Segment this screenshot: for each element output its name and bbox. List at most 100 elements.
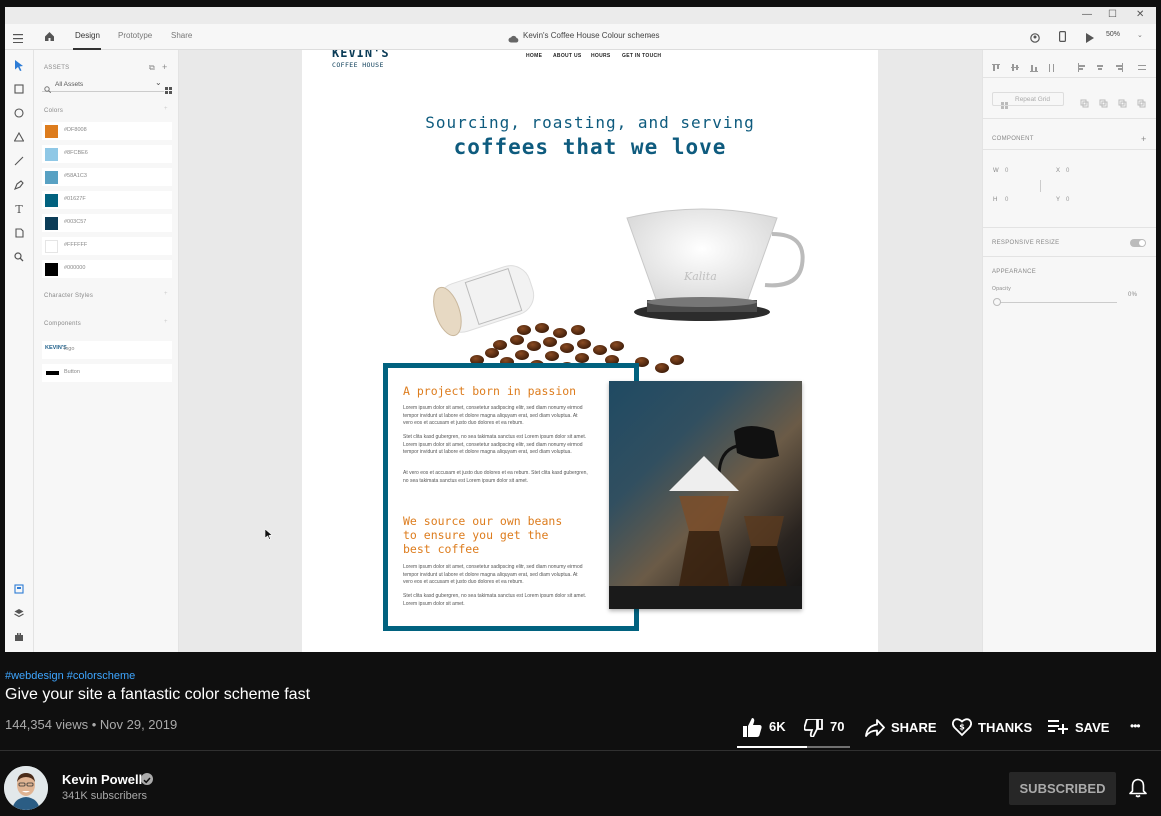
content-card: A project born in passion Lorem ipsum do… [383,363,639,631]
height-label: H [993,197,998,203]
polygon-tool-icon[interactable] [13,131,25,144]
dislike-count: 70 [830,719,845,734]
select-tool-icon[interactable] [13,60,25,72]
canvas[interactable]: KEVIN'S COFFEE HOUSE HOME ABOUT US HOURS… [179,50,982,652]
color-swatch-row[interactable]: #000000 [42,260,172,278]
add-component-icon[interactable]: + [164,319,168,325]
artboard-homepage[interactable]: KEVIN'S COFFEE HOUSE HOME ABOUT US HOURS… [302,50,878,652]
grid-view-icon[interactable] [165,81,172,99]
opacity-value[interactable]: 0% [1128,292,1137,298]
align-icon[interactable] [992,63,1152,73]
share-icon [865,719,885,742]
nav-home[interactable]: HOME [526,53,542,59]
add-character-style-icon[interactable]: + [164,291,168,297]
document-title[interactable]: Kevin's Coffee House Colour schemes [523,31,660,40]
color-swatch-label: #FFFFFF [64,242,88,248]
maximize-button[interactable]: ☐ [1108,9,1117,21]
zoom-level[interactable]: 50% [1106,31,1120,38]
notification-bell-icon[interactable] [1129,778,1147,803]
properties-panel: Repeat Grid COMPONENT + W 0 X 0 H 0 Y 0 … [982,50,1156,652]
width-input[interactable]: 0 [1005,168,1009,174]
color-swatch-row[interactable]: #003C57 [42,214,172,232]
ellipse-tool-icon[interactable] [13,108,25,120]
avatar[interactable] [4,766,48,810]
assets-panel: ASSETS ⧉ + All Assets ⌄ Colors + #DF8008… [34,50,179,652]
channel-name[interactable]: Kevin Powell [62,772,142,787]
hero-heading: coffees that we love [453,135,727,159]
user-icon[interactable] [1030,30,1040,48]
card-paragraph: Stet clita kasd gubergren, no sea takima… [403,593,587,607]
component-label: Button [64,369,80,375]
channel-avatar-image [4,766,48,810]
toggle-knob [1139,240,1145,246]
assets-search[interactable]: All Assets ⌄ [42,78,164,94]
chevron-down-icon[interactable]: ⌄ [646,31,652,39]
card-paragraph: Stet clita kasd gubergren, no sea takima… [403,434,587,455]
svg-text:Kalita: Kalita [683,270,717,283]
more-actions-icon[interactable]: ••• [1130,719,1141,733]
thanks-button[interactable]: $ THANKS [951,716,1032,738]
opacity-slider-handle[interactable] [993,298,1001,306]
home-icon[interactable] [44,29,55,47]
play-icon[interactable] [1086,30,1094,48]
tab-design[interactable]: Design [75,31,100,40]
save-button[interactable]: SAVE [1048,717,1110,739]
device-preview-icon[interactable] [1059,29,1067,47]
nav-about[interactable]: ABOUT US [553,53,582,59]
tab-prototype[interactable]: Prototype [118,31,152,40]
y-input[interactable]: 0 [1066,197,1070,203]
logo-title: KEVIN'S [332,50,390,60]
like-button[interactable]: 6K [742,717,790,739]
logo-subtitle: COFFEE HOUSE [332,61,384,69]
pen-tool-icon[interactable] [13,180,25,192]
add-asset-icon[interactable]: + [162,62,168,72]
minimize-button[interactable]: — [1082,9,1092,21]
opacity-slider[interactable] [995,302,1117,303]
artboard-tool-icon[interactable] [13,228,25,240]
height-input[interactable]: 0 [1005,197,1009,203]
color-swatch-row[interactable]: #58A1C3 [42,168,172,186]
nav-hours[interactable]: HOURS [591,53,611,59]
nav-contact[interactable]: GET IN TOUCH [622,53,661,59]
lock-aspect-icon[interactable] [1038,179,1043,197]
close-button[interactable]: ✕ [1136,9,1144,21]
filter-chevron-icon[interactable]: ⌄ [155,78,162,87]
color-swatch-row[interactable]: #8FCBE6 [42,145,172,163]
video-hashtags[interactable]: #webdesign #colorscheme [5,670,135,682]
like-ratio-bar-dislike [807,746,850,748]
line-tool-icon[interactable] [13,156,25,168]
add-component-icon[interactable]: + [1141,134,1147,144]
x-input[interactable]: 0 [1066,168,1070,174]
text-tool-icon[interactable]: T [13,204,25,216]
zoom-tool-icon[interactable] [13,252,25,264]
color-swatch-row[interactable]: #FFFFFF [42,237,172,255]
subscribed-button[interactable]: SUBSCRIBED [1009,772,1116,805]
library-icon[interactable]: ⧉ [149,63,155,73]
add-color-icon[interactable]: + [164,106,168,112]
component-logo[interactable]: KEVIN'S logo [42,341,172,359]
tab-share[interactable]: Share [171,31,192,40]
color-swatch [45,125,58,138]
assets-panel-icon[interactable] [13,584,25,596]
color-swatch-row[interactable]: #01627F [42,191,172,209]
color-swatch-row[interactable]: #DF8008 [42,122,172,140]
responsive-resize-toggle[interactable] [1130,239,1146,247]
share-button[interactable]: SHARE [865,717,937,742]
rectangle-tool-icon[interactable] [13,84,25,96]
tools-rail: T [5,50,34,652]
repeat-grid-button[interactable]: Repeat Grid [992,92,1064,109]
component-button[interactable]: Button [42,364,172,382]
button-thumbnail [46,371,59,375]
color-swatch-label: #003C57 [64,219,87,225]
character-styles-label: Character Styles [44,293,94,299]
layers-panel-icon[interactable] [13,608,25,620]
dislike-button[interactable]: 70 [803,717,850,739]
zoom-chevron-icon[interactable]: ⌄ [1137,31,1143,39]
hamburger-menu-icon[interactable] [13,30,23,48]
boolean-ops-icon[interactable] [1080,95,1150,113]
playlist-add-icon [1048,720,1068,739]
video-player[interactable]: — ☐ ✕ Design Prototype Share Kevin's Cof… [5,7,1156,652]
plugins-panel-icon[interactable] [13,632,25,644]
assets-title: ASSETS [44,65,70,71]
coffee-dripper-illustration: Kalita [433,208,805,375]
